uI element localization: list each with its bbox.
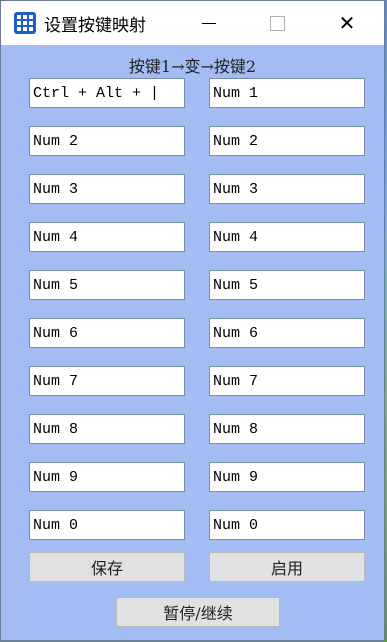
- key2-input-7[interactable]: [209, 366, 365, 396]
- key-mapping-window: 设置按键映射 ✕ 按键1→变→按键2 保存 启用 暂停/继续: [0, 0, 385, 641]
- key2-input-6[interactable]: [209, 318, 365, 348]
- title-bar: 设置按键映射 ✕: [1, 1, 384, 45]
- key2-input-10[interactable]: [209, 510, 365, 540]
- key2-input-4[interactable]: [209, 222, 365, 252]
- key1-input-4[interactable]: [29, 222, 185, 252]
- minimize-button[interactable]: [179, 1, 239, 45]
- key1-input-1[interactable]: [29, 78, 185, 108]
- key1-input-7[interactable]: [29, 366, 185, 396]
- minimize-icon: [202, 22, 216, 24]
- window-title: 设置按键映射: [44, 16, 146, 36]
- pause-resume-button[interactable]: 暂停/继续: [116, 597, 280, 627]
- key1-input-10[interactable]: [29, 510, 185, 540]
- maximize-icon: [269, 15, 285, 31]
- save-button[interactable]: 保存: [29, 552, 185, 582]
- key1-input-8[interactable]: [29, 414, 185, 444]
- key1-input-9[interactable]: [29, 462, 185, 492]
- mapping-header: 按键1→变→按键2: [128, 57, 257, 76]
- key2-input-8[interactable]: [209, 414, 365, 444]
- key2-input-3[interactable]: [209, 174, 365, 204]
- key1-input-6[interactable]: [29, 318, 185, 348]
- close-icon: ✕: [338, 11, 356, 35]
- key1-input-3[interactable]: [29, 174, 185, 204]
- key2-input-9[interactable]: [209, 462, 365, 492]
- key1-input-5[interactable]: [29, 270, 185, 300]
- key2-input-1[interactable]: [209, 78, 365, 108]
- app-icon: [14, 12, 36, 34]
- key2-input-5[interactable]: [209, 270, 365, 300]
- enable-button[interactable]: 启用: [209, 552, 365, 582]
- maximize-button[interactable]: [247, 1, 307, 45]
- close-button[interactable]: ✕: [317, 1, 377, 45]
- key1-input-2[interactable]: [29, 126, 185, 156]
- key2-input-2[interactable]: [209, 126, 365, 156]
